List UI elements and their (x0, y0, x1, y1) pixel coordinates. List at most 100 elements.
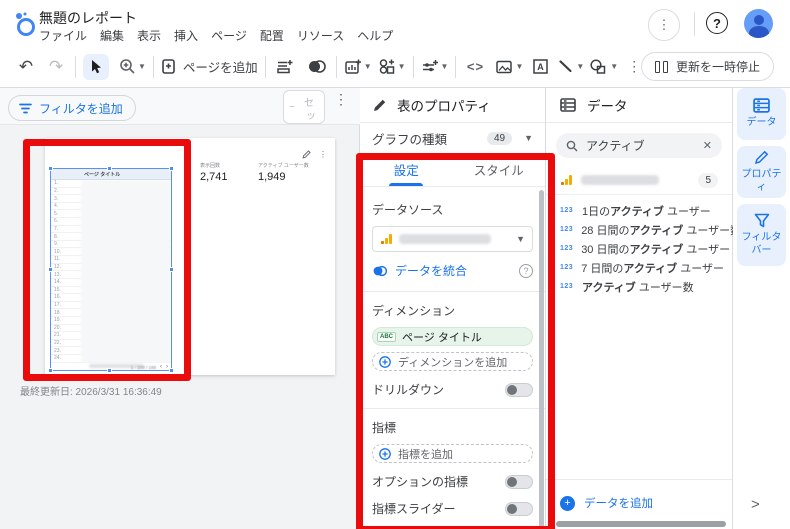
more-options-button[interactable]: ⋮ (648, 9, 680, 41)
menu-item[interactable]: 編集 (100, 27, 124, 44)
selection-handle[interactable] (48, 166, 53, 171)
clear-search-icon[interactable]: ✕ (703, 139, 712, 152)
rail-filterbar-button[interactable]: フィルタバー (737, 204, 786, 266)
chevron-down-icon: ▼ (440, 62, 449, 71)
insert-image-button[interactable]: ▼ (495, 54, 523, 80)
scorecard-active-users[interactable]: アクティブ ユーザー数 1,949 (258, 162, 328, 183)
pagination-prev-icon[interactable]: ‹ (160, 364, 162, 370)
add-data-button[interactable] (273, 54, 297, 80)
select-cursor-button[interactable] (83, 53, 109, 80)
chart-type-row[interactable]: グラフの種類 49 ▼ (360, 123, 545, 153)
header-divider (694, 12, 695, 36)
report-page[interactable]: ⋮ ページ タイトル 1. 2. 3. 4. 5. 6. 7. 8. 9. 10. 11. 12. 13… (45, 138, 335, 375)
chevron-down-icon: ▼ (363, 62, 372, 71)
menu-item[interactable]: 表示 (137, 27, 161, 44)
add-page-label: ページを追加 (182, 61, 258, 75)
report-title[interactable]: 無題のレポート (39, 8, 137, 28)
field-item[interactable]: 123 28 日間のアクティブ ユーザー数 (546, 220, 741, 239)
zoom-tool-button[interactable]: ▼ (119, 54, 146, 80)
drilldown-toggle[interactable] (505, 382, 533, 397)
add-page-button[interactable]: ページを追加 (161, 54, 258, 80)
chevron-down-icon[interactable]: ▼ (524, 133, 533, 143)
menu-item[interactable]: ヘルプ (357, 27, 393, 44)
selection-handle[interactable] (107, 166, 112, 171)
data-source-name-blurred (399, 234, 491, 244)
looker-studio-logo-icon[interactable] (13, 11, 37, 37)
pagination-next-icon[interactable]: › (166, 364, 168, 370)
field-item[interactable]: 123 7 日間のアクティブ ユーザー (546, 258, 732, 277)
tab-settings[interactable]: 設定 (360, 153, 453, 186)
image-icon (496, 60, 513, 73)
row-number: 20. (54, 324, 61, 331)
row-number: 18. (54, 309, 61, 316)
rail-data-button[interactable]: データ (737, 88, 786, 140)
numeric-field-icon: 123 (560, 207, 574, 214)
selection-handle[interactable] (107, 368, 112, 373)
chevron-down-icon: ▼ (610, 62, 619, 71)
add-data-button[interactable]: + データを追加 (560, 495, 653, 511)
chart-type-label: グラフの種類 (372, 132, 448, 147)
menu-item[interactable]: ページ (211, 27, 247, 44)
selection-handle[interactable] (169, 166, 174, 171)
filter-bar-more-button[interactable]: ⋮ (334, 92, 348, 106)
data-source-select[interactable]: ▼ (372, 226, 533, 252)
metric-slider-toggle[interactable] (505, 501, 533, 516)
row-number: 24. (54, 355, 61, 362)
field-item[interactable]: 123 1日のアクティブ ユーザー (546, 201, 732, 220)
horizontal-scrollbar[interactable] (556, 521, 726, 527)
pause-updates-button[interactable]: 更新を一時停止 (641, 52, 774, 81)
menu-item[interactable]: 配置 (260, 27, 284, 44)
rail-properties-button[interactable]: プロパティ (737, 146, 786, 198)
table-chart[interactable]: ページ タイトル 1. 2. 3. 4. 5. 6. 7. 8. 9. 10. 11. 12. 13. 1… (48, 166, 174, 373)
shape-tool-button[interactable]: ▼ (589, 54, 618, 80)
field-item[interactable]: 123 アクティブ ユーザー数 (546, 277, 732, 296)
field-search-box[interactable]: アクティブ ✕ (556, 133, 722, 158)
plus-circle-filled-icon: + (560, 495, 575, 511)
avatar[interactable] (744, 9, 773, 38)
top-bar: 無題のレポート ファイル 編集 表示 挿入 ページ 配置 リソース ヘルプ ⋮ ? (0, 0, 790, 46)
selection-handle[interactable] (169, 267, 174, 272)
line-tool-button[interactable]: ▼ (558, 54, 584, 80)
tab-style[interactable]: スタイル (453, 153, 546, 186)
data-source-row[interactable]: 5 (546, 166, 732, 195)
menu-item[interactable]: ファイル (39, 27, 87, 44)
menu-item[interactable]: リソース (297, 27, 344, 44)
optional-metrics-toggle[interactable] (505, 474, 533, 489)
collapse-panel-chevron[interactable]: > (751, 496, 760, 513)
properties-header: 表のプロパティ (360, 88, 545, 123)
table-content-blurred (81, 180, 171, 363)
community-visualizations-button[interactable]: ▼ (378, 54, 406, 80)
add-chart-button[interactable]: ▼ (344, 54, 372, 80)
properties-scrollbar[interactable] (539, 190, 544, 529)
date-range-mini-control[interactable]: ~ セ ッ (283, 90, 325, 124)
properties-body: データソース ▼ データを統合 ? ディメンション ABC ページ タイトル デ… (360, 187, 545, 529)
pencil-icon[interactable] (302, 150, 311, 159)
add-dimension-button[interactable]: ディメンションを追加 (372, 352, 533, 371)
undo-button[interactable]: ↶ (14, 54, 38, 80)
selection-handle[interactable] (169, 368, 174, 373)
menu-item[interactable]: 挿入 (174, 27, 198, 44)
pencil-icon (374, 99, 386, 111)
blend-data-link[interactable]: データを統合 (395, 262, 512, 279)
selection-handle[interactable] (48, 368, 53, 373)
numeric-field-icon: 123 (560, 264, 574, 271)
blend-data-button[interactable] (305, 54, 329, 80)
text-box-button[interactable]: A (528, 54, 552, 80)
add-filter-button[interactable]: フィルタを追加 (8, 95, 136, 121)
field-item[interactable]: 123 30 日間のアクティブ ユーザー (546, 239, 732, 258)
dimension-chip[interactable]: ABC ページ タイトル (372, 327, 533, 346)
selection-handle[interactable] (48, 267, 53, 272)
search-query-text: アクティブ (586, 139, 645, 153)
chevron-down-icon: ▼ (397, 62, 406, 71)
help-circle-icon[interactable]: ? (519, 263, 533, 278)
chart-more-icon[interactable]: ⋮ (319, 150, 327, 159)
redo-button[interactable]: ↷ (44, 54, 68, 80)
row-number: 3. (54, 195, 59, 202)
row-number: 12. (54, 264, 61, 270)
plus-circle-icon (379, 447, 391, 460)
help-button[interactable]: ? (706, 12, 728, 34)
add-control-button[interactable]: ▼ (421, 54, 449, 80)
right-rail: データ プロパティ フィルタバー > (733, 88, 790, 529)
add-metric-button[interactable]: 指標を追加 (372, 444, 533, 463)
embed-button[interactable]: <> (463, 54, 487, 80)
